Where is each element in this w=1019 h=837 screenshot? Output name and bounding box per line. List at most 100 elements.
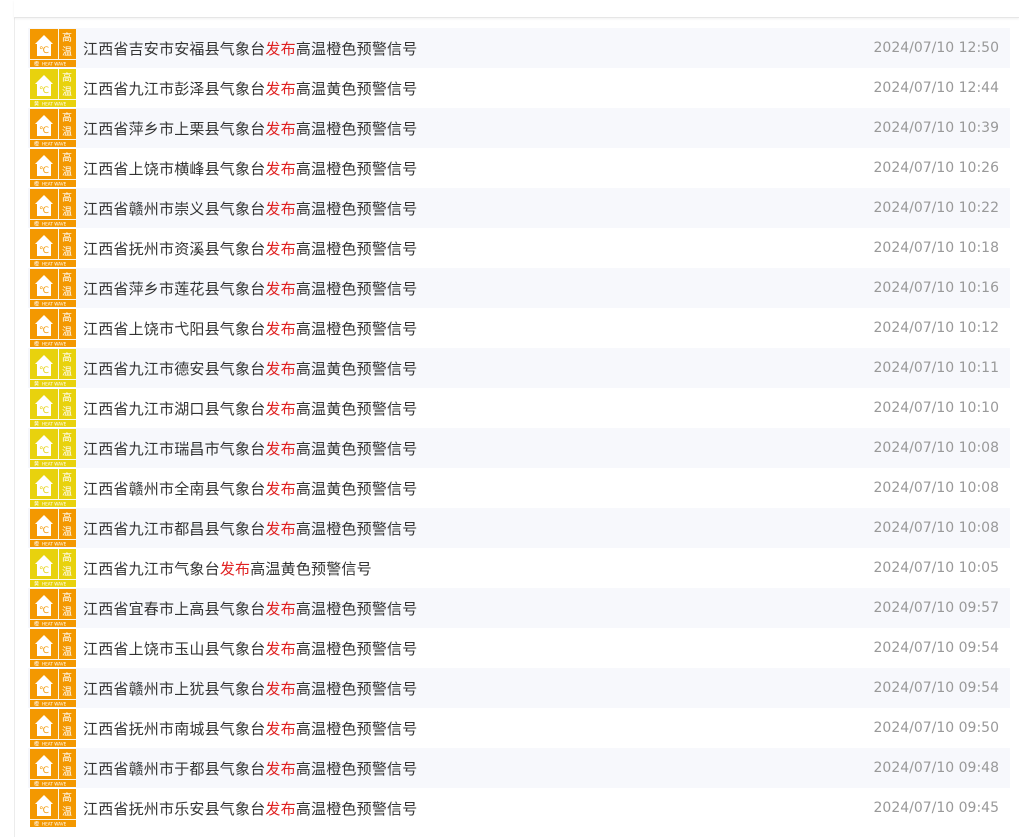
svg-text:橙: 橙 bbox=[34, 701, 39, 708]
alert-verb: 发布 bbox=[265, 759, 296, 778]
alert-title[interactable]: 江西省吉安市安福县气象台发布高温橙色预警信号 bbox=[83, 38, 417, 59]
svg-text:温: 温 bbox=[62, 206, 72, 218]
heat-wave-yellow-icon: ℃ 高 温 黄 HEAT WAVE bbox=[30, 429, 76, 467]
alert-title[interactable]: 江西省九江市都昌县气象台发布高温橙色预警信号 bbox=[83, 518, 417, 539]
alert-row-5[interactable]: ℃ 高 温 橙 HEAT WAVE 江西省赣州市崇义县气象台发布高温橙色预警信号… bbox=[28, 188, 1010, 228]
alert-title[interactable]: 江西省赣州市崇义县气象台发布高温橙色预警信号 bbox=[83, 198, 417, 219]
alert-row-7[interactable]: ℃ 高 温 橙 HEAT WAVE 江西省萍乡市莲花县气象台发布高温橙色预警信号… bbox=[28, 268, 1010, 308]
alert-title[interactable]: 江西省九江市湖口县气象台发布高温黄色预警信号 bbox=[83, 398, 417, 419]
alert-title[interactable]: 江西省上饶市横峰县气象台发布高温橙色预警信号 bbox=[83, 158, 417, 179]
svg-text:HEAT WAVE: HEAT WAVE bbox=[42, 302, 67, 307]
alert-row-20[interactable]: ℃ 高 温 橙 HEAT WAVE 江西省抚州市乐安县气象台发布高温橙色预警信号… bbox=[28, 788, 1010, 828]
content-left-border bbox=[14, 0, 15, 837]
alert-issuer: 江西省抚州市乐安县气象台 bbox=[83, 799, 266, 818]
alert-signal: 高温橙色预警信号 bbox=[295, 199, 418, 218]
alert-title[interactable]: 江西省宜春市上高县气象台发布高温橙色预警信号 bbox=[83, 598, 417, 619]
svg-text:黄: 黄 bbox=[34, 421, 39, 428]
alert-title[interactable]: 江西省九江市气象台发布高温黄色预警信号 bbox=[83, 558, 372, 579]
alert-title[interactable]: 江西省赣州市上犹县气象台发布高温橙色预警信号 bbox=[83, 678, 417, 699]
alert-row-19[interactable]: ℃ 高 温 橙 HEAT WAVE 江西省赣州市于都县气象台发布高温橙色预警信号… bbox=[28, 748, 1010, 788]
svg-text:高: 高 bbox=[62, 391, 72, 404]
alert-row-6[interactable]: ℃ 高 温 橙 HEAT WAVE 江西省抚州市资溪县气象台发布高温橙色预警信号… bbox=[28, 228, 1010, 268]
alert-title[interactable]: 江西省抚州市资溪县气象台发布高温橙色预警信号 bbox=[83, 238, 417, 259]
alert-title[interactable]: 江西省上饶市弋阳县气象台发布高温橙色预警信号 bbox=[83, 318, 417, 339]
svg-text:高: 高 bbox=[62, 471, 72, 484]
alert-issuer: 江西省抚州市南城县气象台 bbox=[83, 719, 266, 738]
alert-issuer: 江西省宜春市上高县气象台 bbox=[83, 599, 266, 618]
alert-title[interactable]: 江西省上饶市玉山县气象台发布高温橙色预警信号 bbox=[83, 638, 417, 659]
svg-text:橙: 橙 bbox=[34, 221, 39, 228]
alert-title[interactable]: 江西省萍乡市莲花县气象台发布高温橙色预警信号 bbox=[83, 278, 417, 299]
alert-title[interactable]: 江西省抚州市南城县气象台发布高温橙色预警信号 bbox=[83, 718, 417, 739]
alert-title[interactable]: 江西省赣州市全南县气象台发布高温黄色预警信号 bbox=[83, 478, 417, 499]
alert-row-13[interactable]: ℃ 高 温 橙 HEAT WAVE 江西省九江市都昌县气象台发布高温橙色预警信号… bbox=[28, 508, 1010, 548]
alert-signal: 高温橙色预警信号 bbox=[295, 319, 418, 338]
svg-text:HEAT WAVE: HEAT WAVE bbox=[42, 222, 67, 227]
heat-wave-yellow-icon: ℃ 高 温 黄 HEAT WAVE bbox=[30, 349, 76, 387]
svg-text:橙: 橙 bbox=[34, 141, 39, 148]
alert-issuer: 江西省赣州市于都县气象台 bbox=[83, 759, 266, 778]
alert-title[interactable]: 江西省九江市德安县气象台发布高温黄色预警信号 bbox=[83, 358, 417, 379]
alert-issuer: 江西省赣州市上犹县气象台 bbox=[83, 679, 266, 698]
alert-issuer: 江西省上饶市弋阳县气象台 bbox=[83, 319, 266, 338]
alert-issuer: 江西省萍乡市莲花县气象台 bbox=[83, 279, 266, 298]
svg-text:黄: 黄 bbox=[34, 381, 39, 388]
alert-signal: 高温橙色预警信号 bbox=[295, 719, 418, 738]
svg-text:橙: 橙 bbox=[34, 821, 39, 828]
alert-title[interactable]: 江西省抚州市乐安县气象台发布高温橙色预警信号 bbox=[83, 798, 417, 819]
alert-row-16[interactable]: ℃ 高 温 橙 HEAT WAVE 江西省上饶市玉山县气象台发布高温橙色预警信号… bbox=[28, 628, 1010, 668]
heat-wave-orange-icon: ℃ 高 温 橙 HEAT WAVE bbox=[30, 509, 76, 547]
svg-text:高: 高 bbox=[62, 791, 72, 804]
alert-title[interactable]: 江西省萍乡市上栗县气象台发布高温橙色预警信号 bbox=[83, 118, 417, 139]
alert-row-14[interactable]: ℃ 高 温 黄 HEAT WAVE 江西省九江市气象台发布高温黄色预警信号 20… bbox=[28, 548, 1010, 588]
svg-text:高: 高 bbox=[62, 111, 72, 124]
svg-text:HEAT WAVE: HEAT WAVE bbox=[42, 542, 67, 547]
svg-text:高: 高 bbox=[62, 151, 72, 164]
alert-signal: 高温橙色预警信号 bbox=[295, 119, 418, 138]
alert-time: 2024/07/10 10:16 bbox=[873, 280, 1000, 296]
svg-text:温: 温 bbox=[62, 286, 72, 298]
alert-signal: 高温黄色预警信号 bbox=[295, 399, 418, 418]
alert-time: 2024/07/10 12:44 bbox=[873, 80, 1000, 96]
alert-verb: 发布 bbox=[265, 439, 296, 458]
alert-signal: 高温橙色预警信号 bbox=[295, 759, 418, 778]
heat-wave-yellow-icon: ℃ 高 温 黄 HEAT WAVE bbox=[30, 69, 76, 107]
svg-text:℃: ℃ bbox=[39, 646, 49, 656]
alert-issuer: 江西省九江市气象台 bbox=[83, 559, 220, 578]
heat-wave-orange-icon: ℃ 高 温 橙 HEAT WAVE bbox=[30, 269, 76, 307]
svg-text:HEAT WAVE: HEAT WAVE bbox=[42, 182, 67, 187]
svg-text:HEAT WAVE: HEAT WAVE bbox=[42, 102, 67, 107]
alert-row-2[interactable]: ℃ 高 温 黄 HEAT WAVE 江西省九江市彭泽县气象台发布高温黄色预警信号… bbox=[28, 68, 1010, 108]
alert-issuer: 江西省九江市湖口县气象台 bbox=[83, 399, 266, 418]
alert-verb: 发布 bbox=[265, 359, 296, 378]
svg-text:黄: 黄 bbox=[34, 101, 39, 108]
alert-row-8[interactable]: ℃ 高 温 橙 HEAT WAVE 江西省上饶市弋阳县气象台发布高温橙色预警信号… bbox=[28, 308, 1010, 348]
svg-text:高: 高 bbox=[62, 511, 72, 524]
alert-row-15[interactable]: ℃ 高 温 橙 HEAT WAVE 江西省宜春市上高县气象台发布高温橙色预警信号… bbox=[28, 588, 1010, 628]
alert-row-12[interactable]: ℃ 高 温 黄 HEAT WAVE 江西省赣州市全南县气象台发布高温黄色预警信号… bbox=[28, 468, 1010, 508]
alert-time: 2024/07/10 09:48 bbox=[873, 760, 1000, 776]
alert-row-18[interactable]: ℃ 高 温 橙 HEAT WAVE 江西省抚州市南城县气象台发布高温橙色预警信号… bbox=[28, 708, 1010, 748]
svg-text:HEAT WAVE: HEAT WAVE bbox=[42, 622, 67, 627]
alert-row-1[interactable]: ℃ 高 温 橙 HEAT WAVE 江西省吉安市安福县气象台发布高温橙色预警信号… bbox=[28, 28, 1010, 68]
alert-signal: 高温黄色预警信号 bbox=[250, 559, 372, 578]
svg-text:高: 高 bbox=[62, 271, 72, 284]
alert-row-11[interactable]: ℃ 高 温 黄 HEAT WAVE 江西省九江市瑞昌市气象台发布高温黄色预警信号… bbox=[28, 428, 1010, 468]
alert-title[interactable]: 江西省赣州市于都县气象台发布高温橙色预警信号 bbox=[83, 758, 417, 779]
alert-title[interactable]: 江西省九江市彭泽县气象台发布高温黄色预警信号 bbox=[83, 78, 417, 99]
heat-wave-orange-icon: ℃ 高 温 橙 HEAT WAVE bbox=[30, 149, 76, 187]
svg-text:橙: 橙 bbox=[34, 301, 39, 308]
heat-wave-orange-icon: ℃ 高 温 橙 HEAT WAVE bbox=[30, 229, 76, 267]
svg-text:高: 高 bbox=[62, 191, 72, 204]
alert-row-10[interactable]: ℃ 高 温 黄 HEAT WAVE 江西省九江市湖口县气象台发布高温黄色预警信号… bbox=[28, 388, 1010, 428]
alert-row-17[interactable]: ℃ 高 温 橙 HEAT WAVE 江西省赣州市上犹县气象台发布高温橙色预警信号… bbox=[28, 668, 1010, 708]
alert-verb: 发布 bbox=[219, 559, 251, 578]
svg-text:℃: ℃ bbox=[39, 326, 49, 336]
alert-row-9[interactable]: ℃ 高 温 黄 HEAT WAVE 江西省九江市德安县气象台发布高温黄色预警信号… bbox=[28, 348, 1010, 388]
alert-row-4[interactable]: ℃ 高 温 橙 HEAT WAVE 江西省上饶市横峰县气象台发布高温橙色预警信号… bbox=[28, 148, 1010, 188]
alert-signal: 高温黄色预警信号 bbox=[295, 359, 418, 378]
heat-wave-yellow-icon: ℃ 高 温 黄 HEAT WAVE bbox=[30, 549, 76, 587]
alert-signal: 高温黄色预警信号 bbox=[295, 479, 418, 498]
alert-row-3[interactable]: ℃ 高 温 橙 HEAT WAVE 江西省萍乡市上栗县气象台发布高温橙色预警信号… bbox=[28, 108, 1010, 148]
alert-title[interactable]: 江西省九江市瑞昌市气象台发布高温黄色预警信号 bbox=[83, 438, 417, 459]
